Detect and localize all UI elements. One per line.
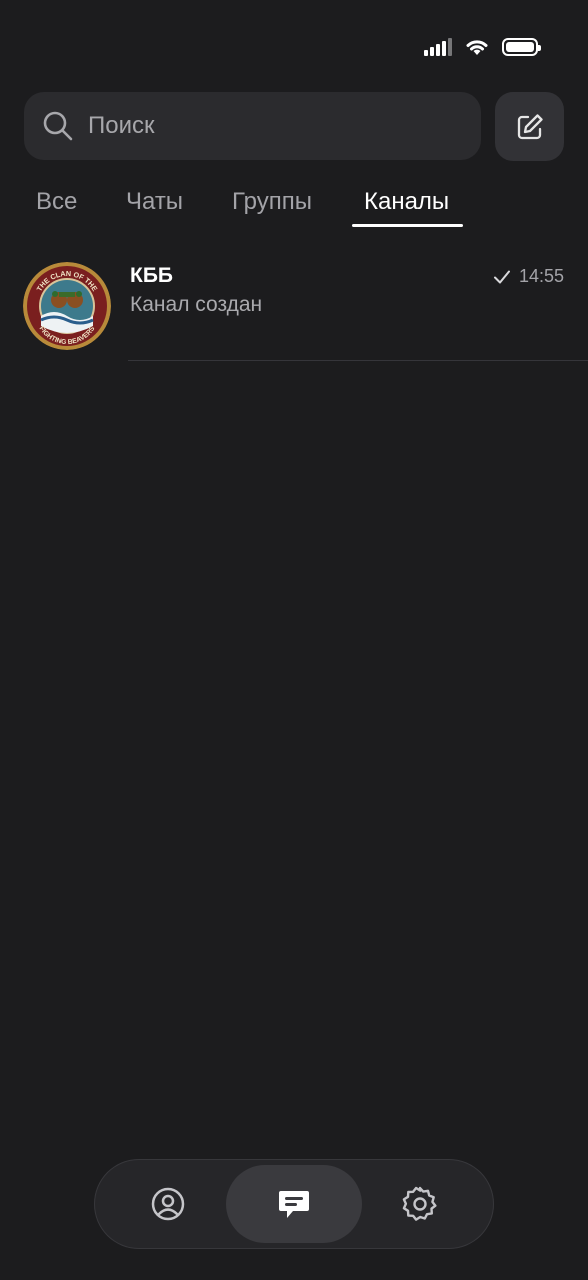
search-row [24, 92, 564, 161]
search-icon [43, 111, 73, 141]
active-tab-indicator [352, 224, 463, 227]
nav-profile[interactable] [100, 1165, 236, 1243]
battery-icon [502, 38, 541, 56]
list-divider [128, 360, 588, 361]
tab-chats[interactable]: Чаты [126, 180, 183, 224]
check-icon [493, 270, 510, 283]
filter-tabs: Все Чаты Группы Каналы [0, 180, 588, 230]
tab-groups[interactable]: Группы [232, 180, 312, 224]
search-input[interactable] [86, 111, 390, 141]
cellular-signal-icon [424, 38, 452, 56]
compose-icon [517, 113, 543, 139]
search-bar[interactable] [24, 92, 481, 160]
compose-button[interactable] [495, 92, 564, 161]
chat-name: КББ [130, 264, 174, 287]
tab-all[interactable]: Все [36, 180, 77, 224]
list-item[interactable]: THE CLAN OF THE FIGHTING BEAVERS [0, 240, 588, 362]
avatar: THE CLAN OF THE FIGHTING BEAVERS [23, 262, 111, 350]
chats-icon [279, 1191, 309, 1218]
clan-badge-logo: THE CLAN OF THE FIGHTING BEAVERS [23, 262, 111, 350]
settings-icon [402, 1186, 437, 1221]
chat-last-message: Канал создан [130, 293, 263, 316]
tab-channels[interactable]: Каналы [364, 180, 449, 224]
status-bar [424, 32, 541, 62]
nav-settings[interactable] [352, 1165, 488, 1243]
bottom-navigation [94, 1159, 494, 1249]
chat-meta: 14:55 [493, 266, 564, 287]
nav-chats[interactable] [226, 1165, 362, 1243]
profile-icon [151, 1187, 185, 1221]
wifi-icon [466, 40, 488, 55]
chat-time: 14:55 [518, 266, 564, 286]
